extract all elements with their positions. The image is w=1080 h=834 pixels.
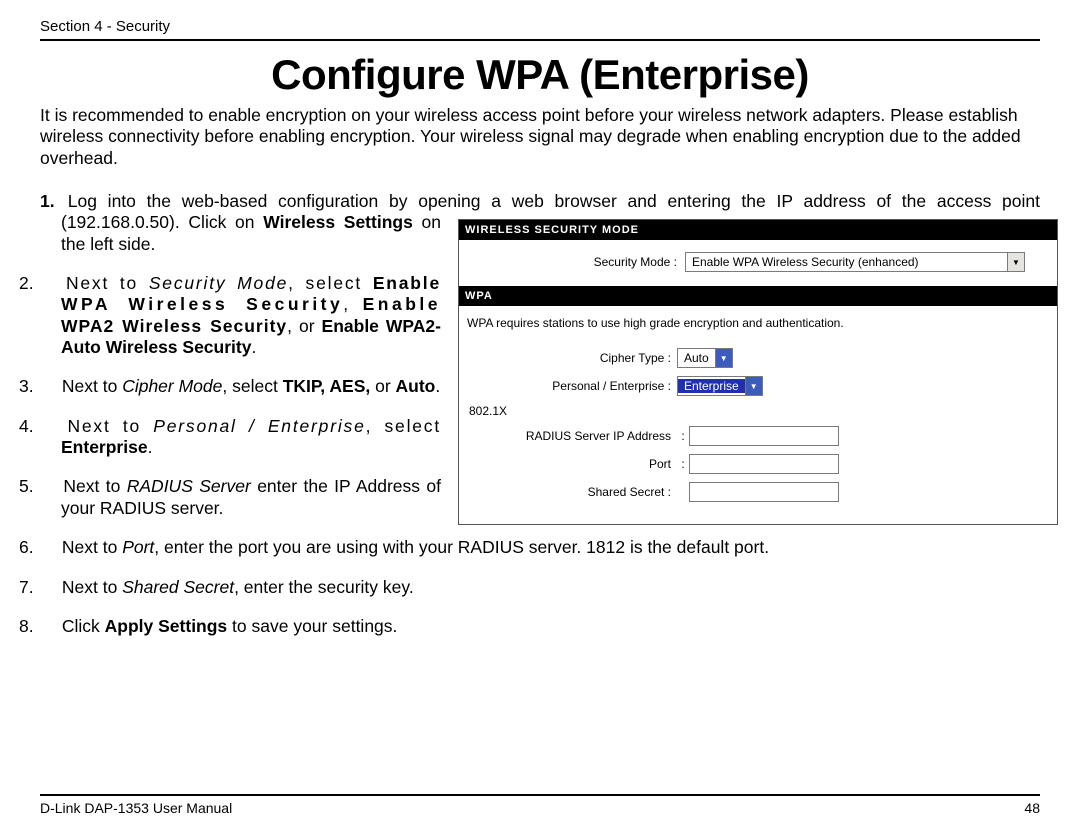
step-6-pre: Next to <box>62 537 122 557</box>
personal-enterprise-select[interactable]: Enterprise ▼ <box>677 376 763 396</box>
page-header: Section 4 - Security <box>40 18 1040 41</box>
step-3-mid2: or <box>370 376 395 396</box>
chevron-down-icon: ▼ <box>745 377 762 395</box>
step-4-mid: , select <box>366 416 441 436</box>
step-2-mid: , select <box>288 273 373 293</box>
port-label: Port <box>467 457 677 471</box>
personal-enterprise-row: Personal / Enterprise : Enterprise ▼ <box>467 376 1049 396</box>
step-3-number: 3. <box>40 376 57 397</box>
step-3-bold2: Auto <box>396 376 436 396</box>
step-7: 7. Next to Shared Secret, enter the secu… <box>40 577 1040 598</box>
radius-ip-input[interactable] <box>689 426 839 446</box>
step-6-italic: Port <box>122 537 154 557</box>
panel-header-security-mode: WIRELESS SECURITY MODE <box>459 220 1057 240</box>
step-3-bold: TKIP, AES, <box>283 376 371 396</box>
step-1b-pre: (192.168.0.50). Click on <box>61 212 263 232</box>
colon: : <box>677 457 689 471</box>
wpa-panel-body: WPA requires stations to use high grade … <box>459 306 1057 524</box>
step-1-text: Log into the web-based configuration by … <box>68 191 1040 211</box>
config-screenshot: WIRELESS SECURITY MODE Security Mode : E… <box>458 219 1058 525</box>
step-5-pre: Next to <box>63 476 126 496</box>
step-7-post: , enter the security key. <box>234 577 414 597</box>
step-8-pre: Click <box>62 616 105 636</box>
step-5-italic: RADIUS Server <box>127 476 251 496</box>
step-6-number: 6. <box>40 537 57 558</box>
cipher-type-label: Cipher Type : <box>467 351 677 365</box>
personal-enterprise-value: Enterprise <box>678 379 745 393</box>
step-8-post: to save your settings. <box>227 616 397 636</box>
security-mode-value: Enable WPA Wireless Security (enhanced) <box>686 255 925 269</box>
step-7-italic: Shared Secret <box>122 577 234 597</box>
step-3-pre: Next to <box>62 376 122 396</box>
port-input[interactable] <box>689 454 839 474</box>
shared-secret-label: Shared Secret : <box>467 485 677 499</box>
step-3-end: . <box>435 376 440 396</box>
step-2-sep2: , or <box>287 316 321 336</box>
step-5-number: 5. <box>40 476 57 497</box>
step-3-mid: , select <box>222 376 282 396</box>
intro-paragraph: It is recommended to enable encryption o… <box>40 105 1040 169</box>
radius-ip-label: RADIUS Server IP Address <box>467 429 677 443</box>
step-2-pre: Next to <box>66 273 149 293</box>
chevron-down-icon: ▼ <box>1007 253 1024 271</box>
cipher-type-select[interactable]: Auto ▼ <box>677 348 733 368</box>
step-4-number: 4. <box>40 416 57 437</box>
step-8-bold: Apply Settings <box>105 616 228 636</box>
step-4-bold: Enterprise <box>61 437 148 457</box>
chevron-down-icon: ▼ <box>715 349 732 367</box>
step-2-sep1: , <box>343 294 362 314</box>
step-7-number: 7. <box>40 577 57 598</box>
page-footer: D-Link DAP-1353 User Manual 48 <box>40 794 1040 816</box>
security-mode-label: Security Mode : <box>465 255 685 269</box>
step-8-number: 8. <box>40 616 57 637</box>
step-4-pre: Next to <box>67 416 153 436</box>
page-title: Configure WPA (Enterprise) <box>40 51 1040 99</box>
step-3-italic: Cipher Mode <box>122 376 222 396</box>
shared-secret-input[interactable] <box>689 482 839 502</box>
cipher-type-value: Auto <box>678 351 715 365</box>
step-8: 8. Click Apply Settings to save your set… <box>40 616 1040 637</box>
step-2-end: . <box>251 337 256 357</box>
step-7-pre: Next to <box>62 577 122 597</box>
step-4-italic: Personal / Enterprise <box>153 416 365 436</box>
personal-enterprise-label: Personal / Enterprise : <box>467 379 677 393</box>
shared-secret-row: Shared Secret : <box>467 482 1049 502</box>
step-1-number: 1. <box>40 191 57 212</box>
step-2-italic: Security Mode <box>149 273 288 293</box>
step-6-post: , enter the port you are using with your… <box>154 537 769 557</box>
step-1b-bold: Wireless Settings <box>263 212 413 232</box>
step-2-number: 2. <box>40 273 57 294</box>
footer-left: D-Link DAP-1353 User Manual <box>40 800 232 816</box>
step-6: 6. Next to Port, enter the port you are … <box>40 537 1040 558</box>
content-area: 1. Log into the web-based configuration … <box>40 191 1040 637</box>
page-number: 48 <box>1024 800 1040 816</box>
8021x-subheader: 802.1X <box>469 404 1049 418</box>
panel-header-wpa: WPA <box>459 286 1057 306</box>
security-mode-row: Security Mode : Enable WPA Wireless Secu… <box>459 240 1057 286</box>
radius-ip-row: RADIUS Server IP Address : <box>467 426 1049 446</box>
step-4-end: . <box>148 437 153 457</box>
cipher-type-row: Cipher Type : Auto ▼ <box>467 348 1049 368</box>
security-mode-select[interactable]: Enable WPA Wireless Security (enhanced) … <box>685 252 1025 272</box>
port-row: Port : <box>467 454 1049 474</box>
wpa-description: WPA requires stations to use high grade … <box>467 316 1049 330</box>
colon: : <box>677 429 689 443</box>
